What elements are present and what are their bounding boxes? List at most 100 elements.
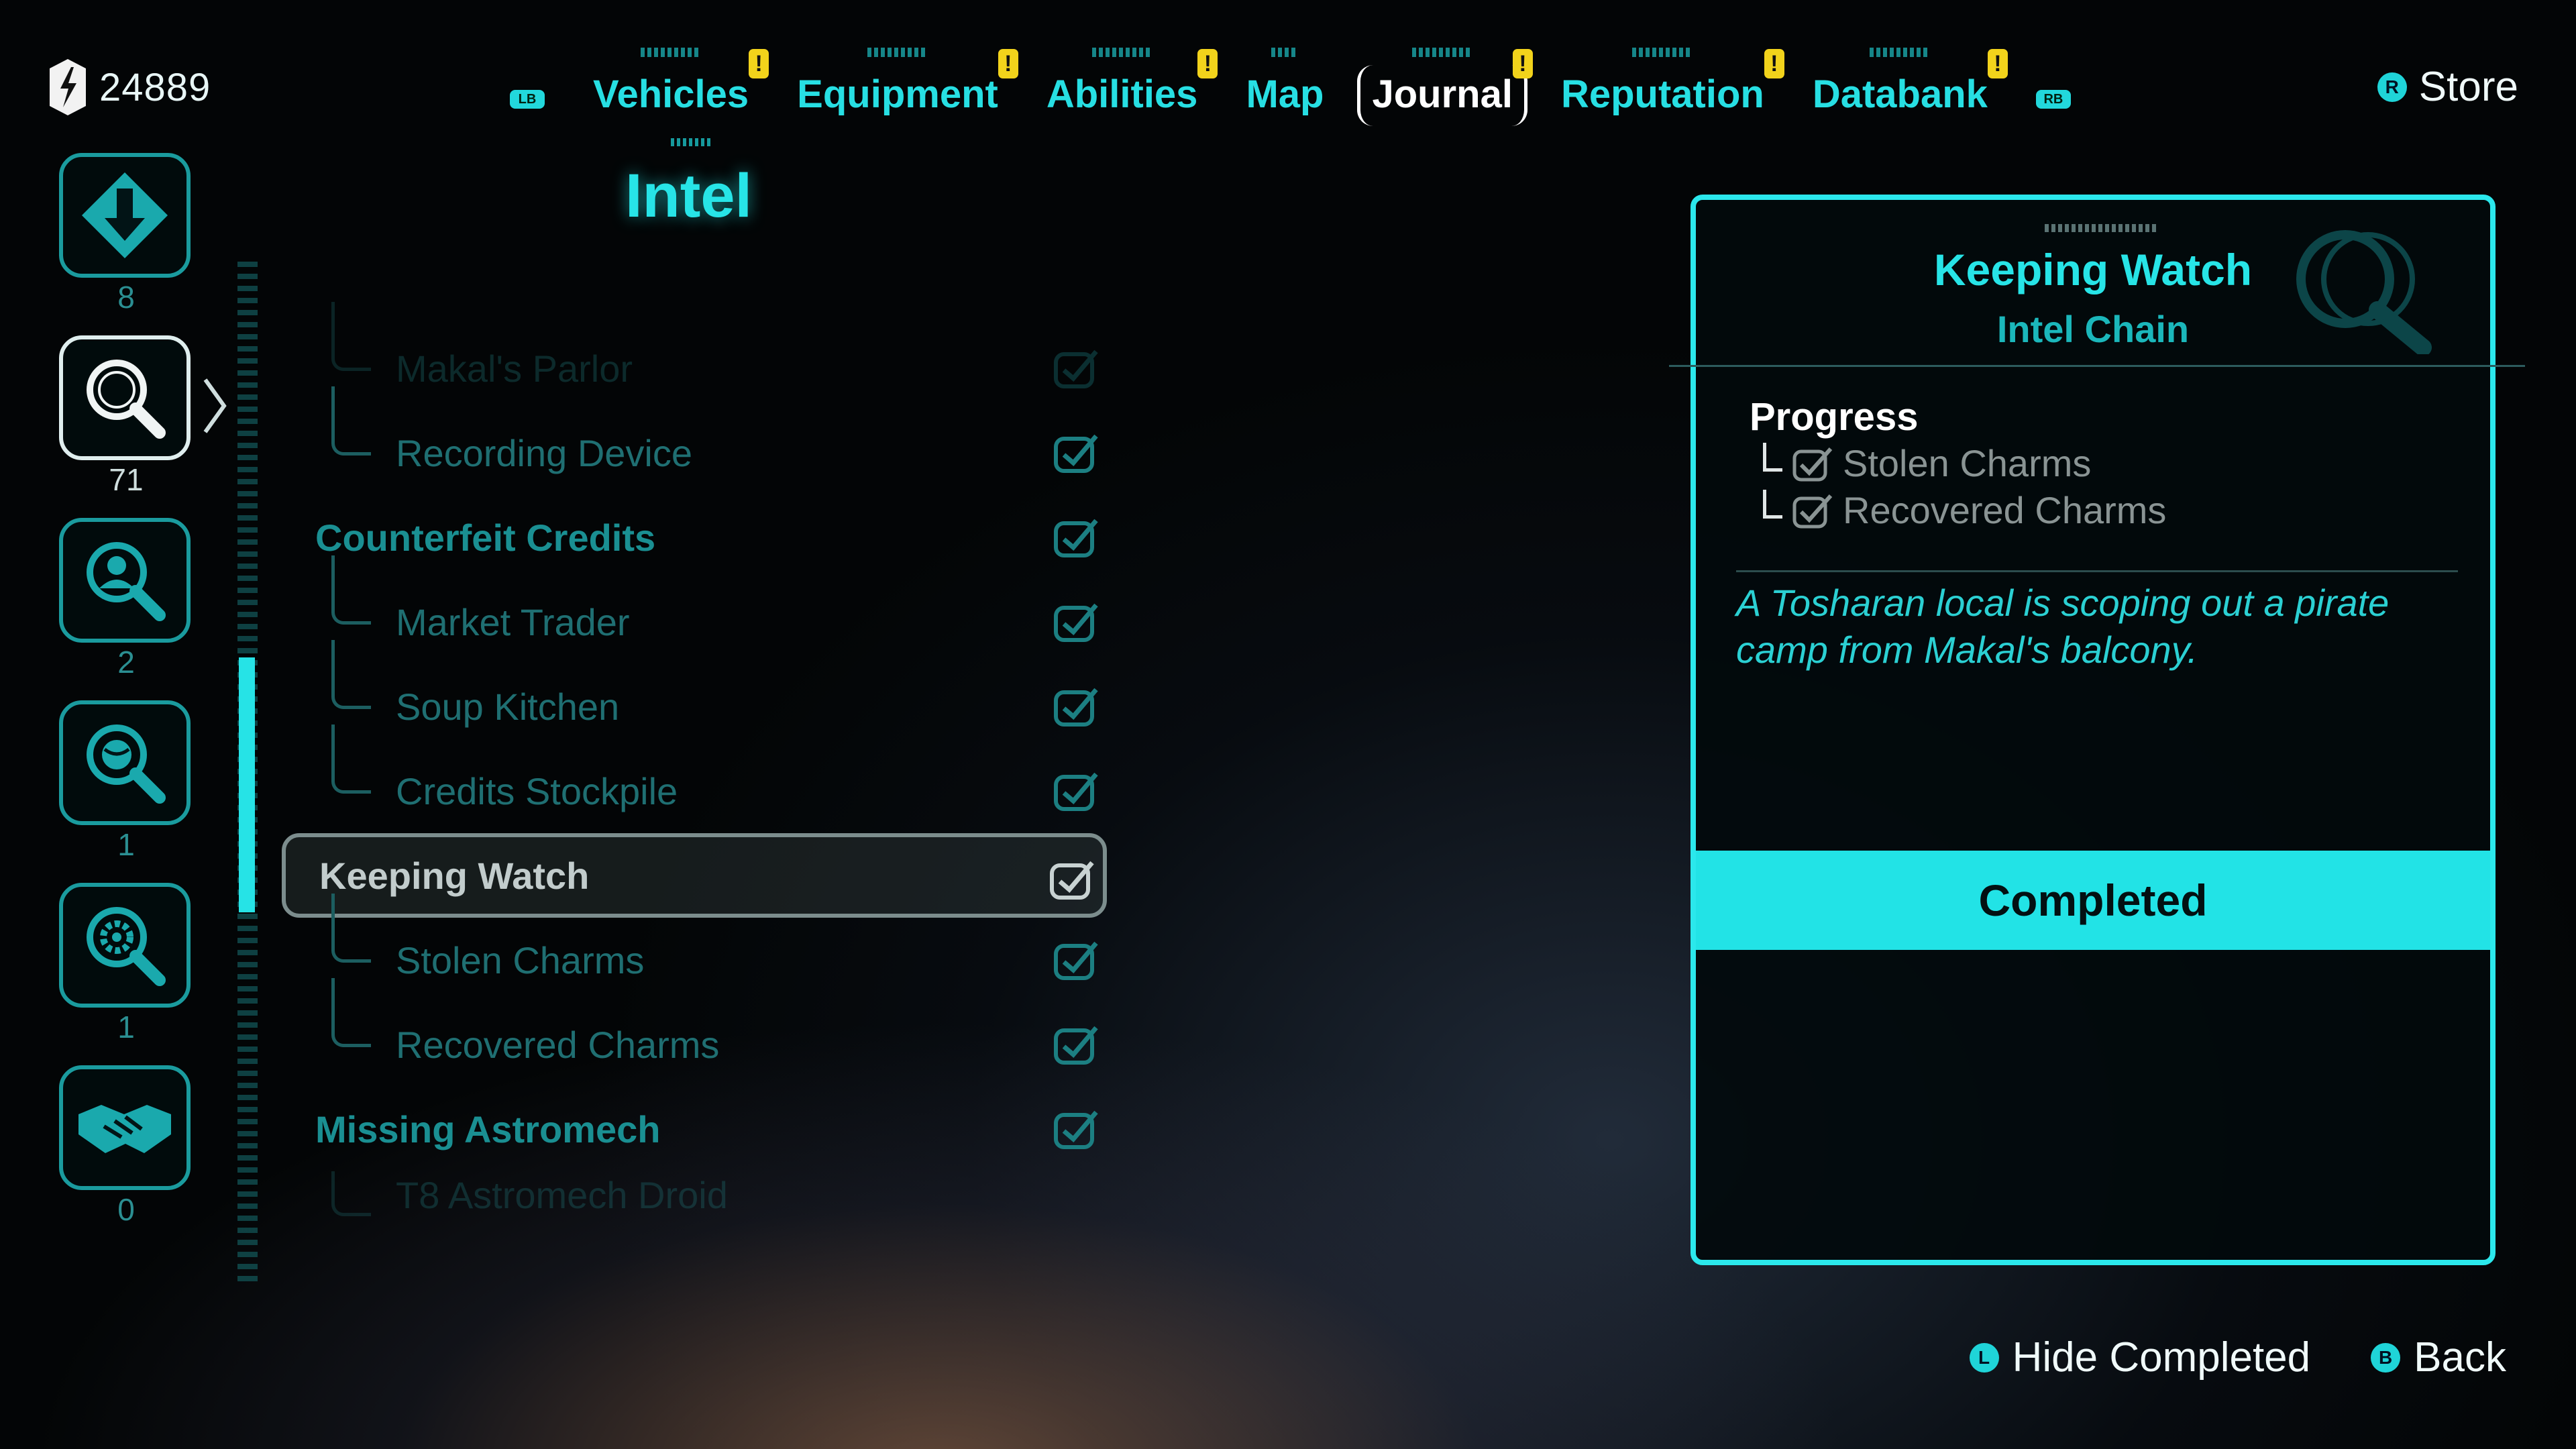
tab-journal[interactable]: Journal!: [1357, 48, 1533, 126]
category-main-quests[interactable]: 8: [59, 153, 193, 315]
tree-connector: [331, 386, 371, 455]
checkbox-checked-icon: [1054, 688, 1098, 727]
category-box: [59, 700, 191, 825]
back-button[interactable]: B Back: [2371, 1334, 2506, 1381]
top-nav: LB Vehicles! Equipment! Abilities! Map J…: [510, 42, 2071, 126]
category-intel[interactable]: 71: [59, 335, 193, 498]
category-box: [59, 335, 191, 460]
tree-connector: [331, 555, 371, 625]
checkbox-checked-icon: [1792, 494, 1833, 528]
magnifier-person-icon: [87, 542, 166, 621]
checkbox-checked-icon: [1054, 1026, 1098, 1065]
category-people[interactable]: 2: [59, 518, 193, 680]
tab-reputation[interactable]: Reputation!: [1561, 48, 1784, 122]
tree-connector: [331, 1171, 371, 1216]
progress-item: Recovered Charms: [1763, 488, 2166, 532]
tab-label: Databank: [1812, 72, 1988, 116]
checkbox-checked-icon: [1054, 603, 1098, 642]
tab-glyph: [867, 48, 928, 57]
tree-connector: [331, 978, 371, 1047]
category-count: 8: [117, 280, 135, 315]
progress-item-label: Stolen Charms: [1843, 442, 2092, 484]
tab-glyph: [1091, 48, 1152, 57]
list-item-label: Keeping Watch: [319, 854, 590, 897]
currency-display: 24889: [48, 58, 211, 117]
left-bumper-icon[interactable]: LB: [510, 90, 545, 109]
alert-icon: !: [1512, 49, 1533, 78]
list-item[interactable]: Makal's Parlor: [282, 302, 1107, 411]
category-tech[interactable]: 1: [59, 883, 193, 1045]
tab-map[interactable]: Map: [1246, 48, 1324, 122]
list-item[interactable]: Credits Stockpile: [282, 724, 1107, 833]
checkbox-checked-icon: [1054, 519, 1098, 557]
right-stick-icon: R: [2377, 72, 2407, 102]
left-stick-icon: L: [1969, 1342, 1999, 1373]
category-count: 1: [117, 1010, 135, 1044]
list-item-label: Missing Astromech: [315, 1108, 661, 1150]
scrollbar-thumb[interactable]: [239, 657, 255, 912]
category-locations[interactable]: 1: [59, 700, 193, 863]
list-item[interactable]: Stolen Charms: [282, 894, 1107, 1002]
checkbox-checked-icon: [1054, 941, 1098, 980]
list-item[interactable]: Recovered Charms: [282, 978, 1107, 1087]
list-item[interactable]: Market Trader: [282, 555, 1107, 664]
magnifier-gear-icon: [87, 907, 166, 986]
tab-glyph: [1271, 48, 1299, 57]
tab-databank[interactable]: Databank!: [1812, 48, 2008, 122]
button-hints: L Hide Completed B Back: [1969, 1334, 2506, 1381]
list-item[interactable]: Counterfeit Credits: [282, 495, 1107, 580]
category-box: [59, 883, 191, 1008]
description-divider: [1736, 570, 2458, 572]
list-item[interactable]: Recording Device: [282, 386, 1107, 495]
progress-item: Stolen Charms: [1763, 441, 2091, 485]
right-bumper-icon[interactable]: RB: [2035, 90, 2071, 109]
selection-arrow-icon: [203, 378, 227, 433]
hint-label: Hide Completed: [2012, 1334, 2311, 1381]
tab-glyph: [641, 48, 702, 57]
tab-glyph: [1412, 48, 1473, 57]
store-button[interactable]: R Store: [2377, 63, 2518, 111]
tab-label: Vehicles: [593, 72, 749, 116]
hide-completed-button[interactable]: L Hide Completed: [1969, 1334, 2311, 1381]
b-button-icon: B: [2371, 1342, 2401, 1373]
category-count: 0: [117, 1192, 135, 1227]
checkbox-checked-icon: [1054, 350, 1098, 388]
tree-connector: [331, 640, 371, 709]
category-box: [59, 518, 191, 643]
tab-vehicles[interactable]: Vehicles!: [593, 48, 769, 122]
panel-divider: [1669, 365, 2525, 367]
tab-abilities[interactable]: Abilities!: [1046, 48, 1218, 122]
hint-label: Back: [2414, 1334, 2506, 1381]
list-item[interactable]: T8 Astromech Droid: [282, 1171, 1107, 1218]
tree-connector: [1763, 443, 1782, 472]
category-box: [59, 1065, 191, 1190]
tree-connector: [331, 724, 371, 794]
list-item[interactable]: Soup Kitchen: [282, 640, 1107, 749]
checkbox-checked-icon: [1054, 772, 1098, 811]
panel-glyph: [2045, 224, 2159, 232]
detail-description: A Tosharan local is scoping out a pirate…: [1736, 582, 2390, 671]
category-box: [59, 153, 191, 278]
checkbox-checked-icon: [1050, 861, 1094, 900]
store-label: Store: [2418, 64, 2518, 110]
tree-connector: [1763, 490, 1782, 519]
list-item[interactable]: Missing Astromech: [282, 1087, 1107, 1171]
checkbox-checked-icon: [1054, 1110, 1098, 1149]
tab-label: Abilities: [1046, 72, 1198, 116]
alert-icon: !: [1987, 49, 2008, 78]
list-item-selected[interactable]: Keeping Watch: [282, 833, 1107, 918]
category-contracts[interactable]: 0: [59, 1065, 193, 1228]
tab-glyph: [1870, 48, 1931, 57]
list-title: Intel: [625, 162, 753, 230]
tab-label: Map: [1246, 72, 1324, 116]
tab-equipment[interactable]: Equipment!: [797, 48, 1018, 122]
handshake-icon: [78, 1105, 171, 1153]
checkbox-checked-icon: [1792, 447, 1833, 481]
tree-connector: [331, 894, 371, 963]
category-count: 71: [109, 462, 144, 497]
list-item-label: Counterfeit Credits: [315, 516, 656, 559]
alert-icon: !: [1197, 49, 1218, 78]
magnifier-globe-icon: [87, 724, 166, 804]
progress-heading: Progress: [1750, 395, 1919, 439]
alert-icon: !: [998, 49, 1018, 78]
